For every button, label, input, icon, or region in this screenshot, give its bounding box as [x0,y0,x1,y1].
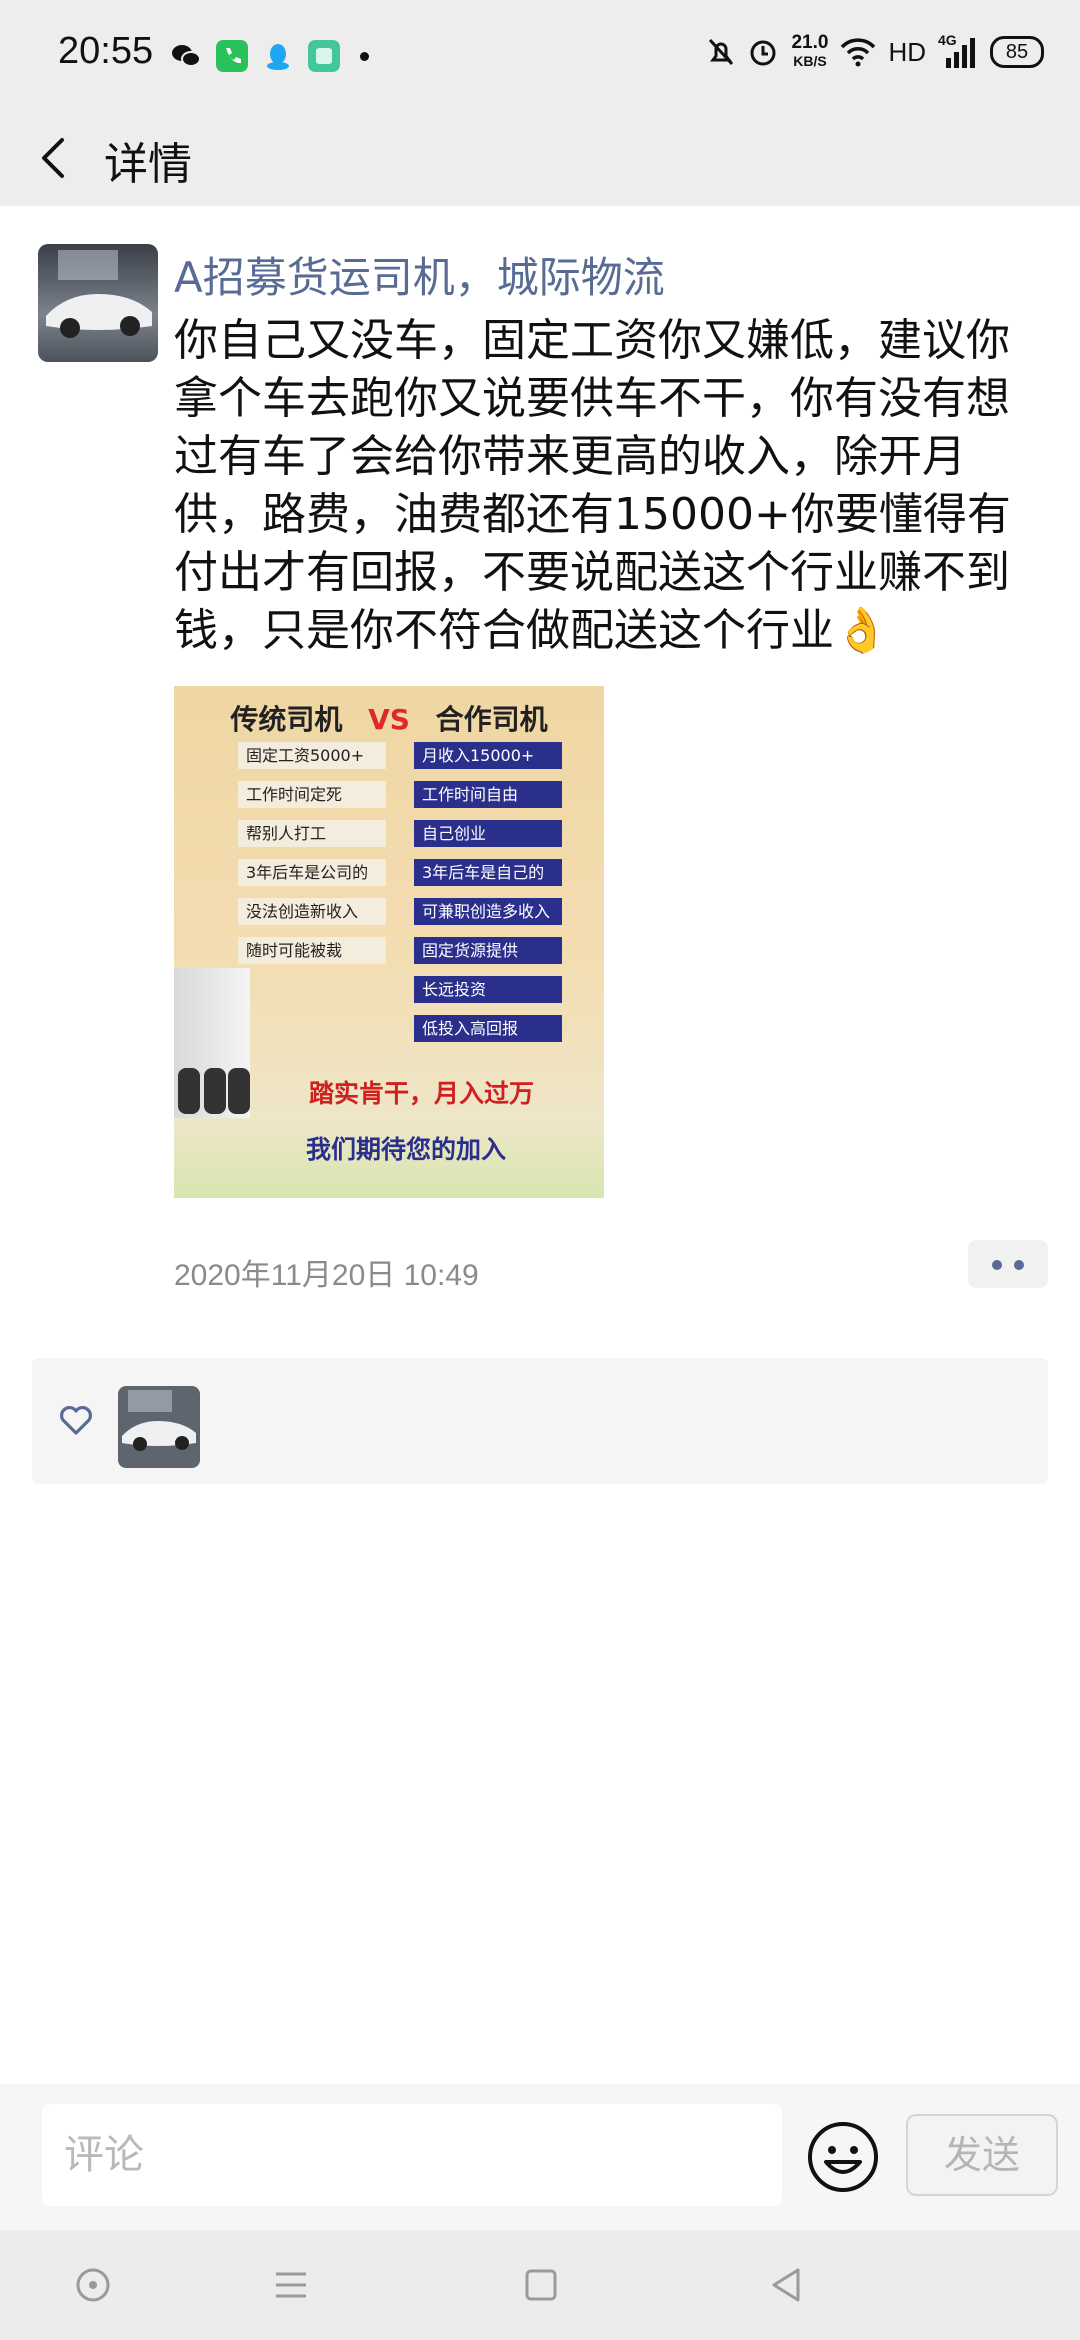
image-left-item: 随时可能被裁 [238,937,386,964]
app-notification-icon [308,40,340,72]
app-root: 20:55 21.0 KB/S HD 4G 85 详情 A招募货运司机，城际物流… [0,0,1080,2340]
more-notifications-dot [360,51,369,61]
image-left-item: 没法创造新收入 [238,898,386,925]
smiley-icon[interactable] [806,2120,880,2194]
image-right-item: 月收入15000+ [414,742,562,769]
system-icons: 21.0 KB/S HD 4G 85 [707,32,1044,70]
image-left-item: 固定工资5000+ [238,742,386,769]
system-nav-bar [0,2230,1080,2340]
truck-graphic [174,968,250,1118]
header-bar: 详情 [0,110,1080,206]
more-dots-icon [1014,1260,1024,1270]
car-photo [118,1386,200,1468]
network-speed: 21.0 KB/S [791,32,829,70]
wifi-icon [841,38,876,67]
image-left-item: 3年后车是公司的 [238,859,386,886]
image-right-item: 长远投资 [414,976,562,1003]
wechat-icon [172,45,201,67]
battery-indicator: 85 [990,36,1044,68]
image-right-item: 自己创业 [414,820,562,847]
send-button[interactable]: 发送 [906,2114,1058,2196]
image-left-column: 固定工资5000+ 工作时间定死 帮别人打工 3年后车是公司的 没法创造新收入 … [238,742,386,976]
menu-icon[interactable] [266,2260,316,2310]
hd-indicator: HD [888,36,926,67]
likes-panel [32,1358,1048,1484]
image-heading: 传统司机 VS 合作司机 [174,698,604,738]
qq-icon [267,44,289,70]
alarm-icon [750,40,776,66]
image-right-item: 工作时间自由 [414,781,562,808]
more-dots-icon [992,1260,1002,1270]
image-right-item: 固定货源提供 [414,937,562,964]
image-left-title: 传统司机 [230,703,343,736]
phone-app-icon [216,40,248,72]
page-title: 详情 [104,139,192,190]
back-chevron-icon[interactable] [30,132,82,184]
comment-bar: 发送 [0,2084,1080,2230]
cell-signal: 4G [938,32,978,68]
comment-input[interactable] [42,2104,782,2206]
network-speed-value: 21.0 [791,32,829,53]
image-slogan-navy: 我们期待您的加入 [306,1135,507,1164]
image-right-item: 可兼职创造多收入 [414,898,562,925]
notification-icons [170,40,369,72]
image-left-item: 工作时间定死 [238,781,386,808]
image-slogan-red: 踏实肯干，月入过万 [309,1079,535,1108]
author-avatar[interactable] [38,244,158,362]
triangle-back-icon[interactable] [762,2260,812,2310]
circle-dot-icon[interactable] [68,2260,118,2310]
signal-bars-icon [946,38,975,68]
author-name-link[interactable]: A招募货运司机，城际物流 [174,244,665,305]
car-photo [38,244,158,362]
status-bar: 20:55 21.0 KB/S HD 4G 85 [0,0,1080,110]
image-left-item: 帮别人打工 [238,820,386,847]
image-right-title: 合作司机 [435,703,548,736]
mute-bell-icon [709,38,734,66]
status-time: 20:55 [58,30,154,72]
image-right-item: 3年后车是自己的 [414,859,562,886]
post-image[interactable]: 传统司机 VS 合作司机 固定工资5000+ 工作时间定死 帮别人打工 3年后车… [174,686,604,1198]
post-text: 你自己又没车，固定工资你又嫌低，建议你拿个车去跑你又说要供车不干，你有没有想过有… [174,315,1011,656]
heart-icon [60,1406,92,1435]
image-right-item: 低投入高回报 [414,1015,562,1042]
post-timestamp: 2020年11月20日 10:49 [174,1259,479,1292]
image-right-column: 月收入15000+ 工作时间自由 自己创业 3年后车是自己的 可兼职创造多收入 … [414,742,562,1054]
network-speed-unit: KB/S [793,53,827,69]
more-actions-button[interactable] [968,1240,1048,1288]
square-icon[interactable] [516,2260,566,2310]
liker-avatar[interactable] [118,1386,200,1468]
image-vs: VS [368,703,410,736]
